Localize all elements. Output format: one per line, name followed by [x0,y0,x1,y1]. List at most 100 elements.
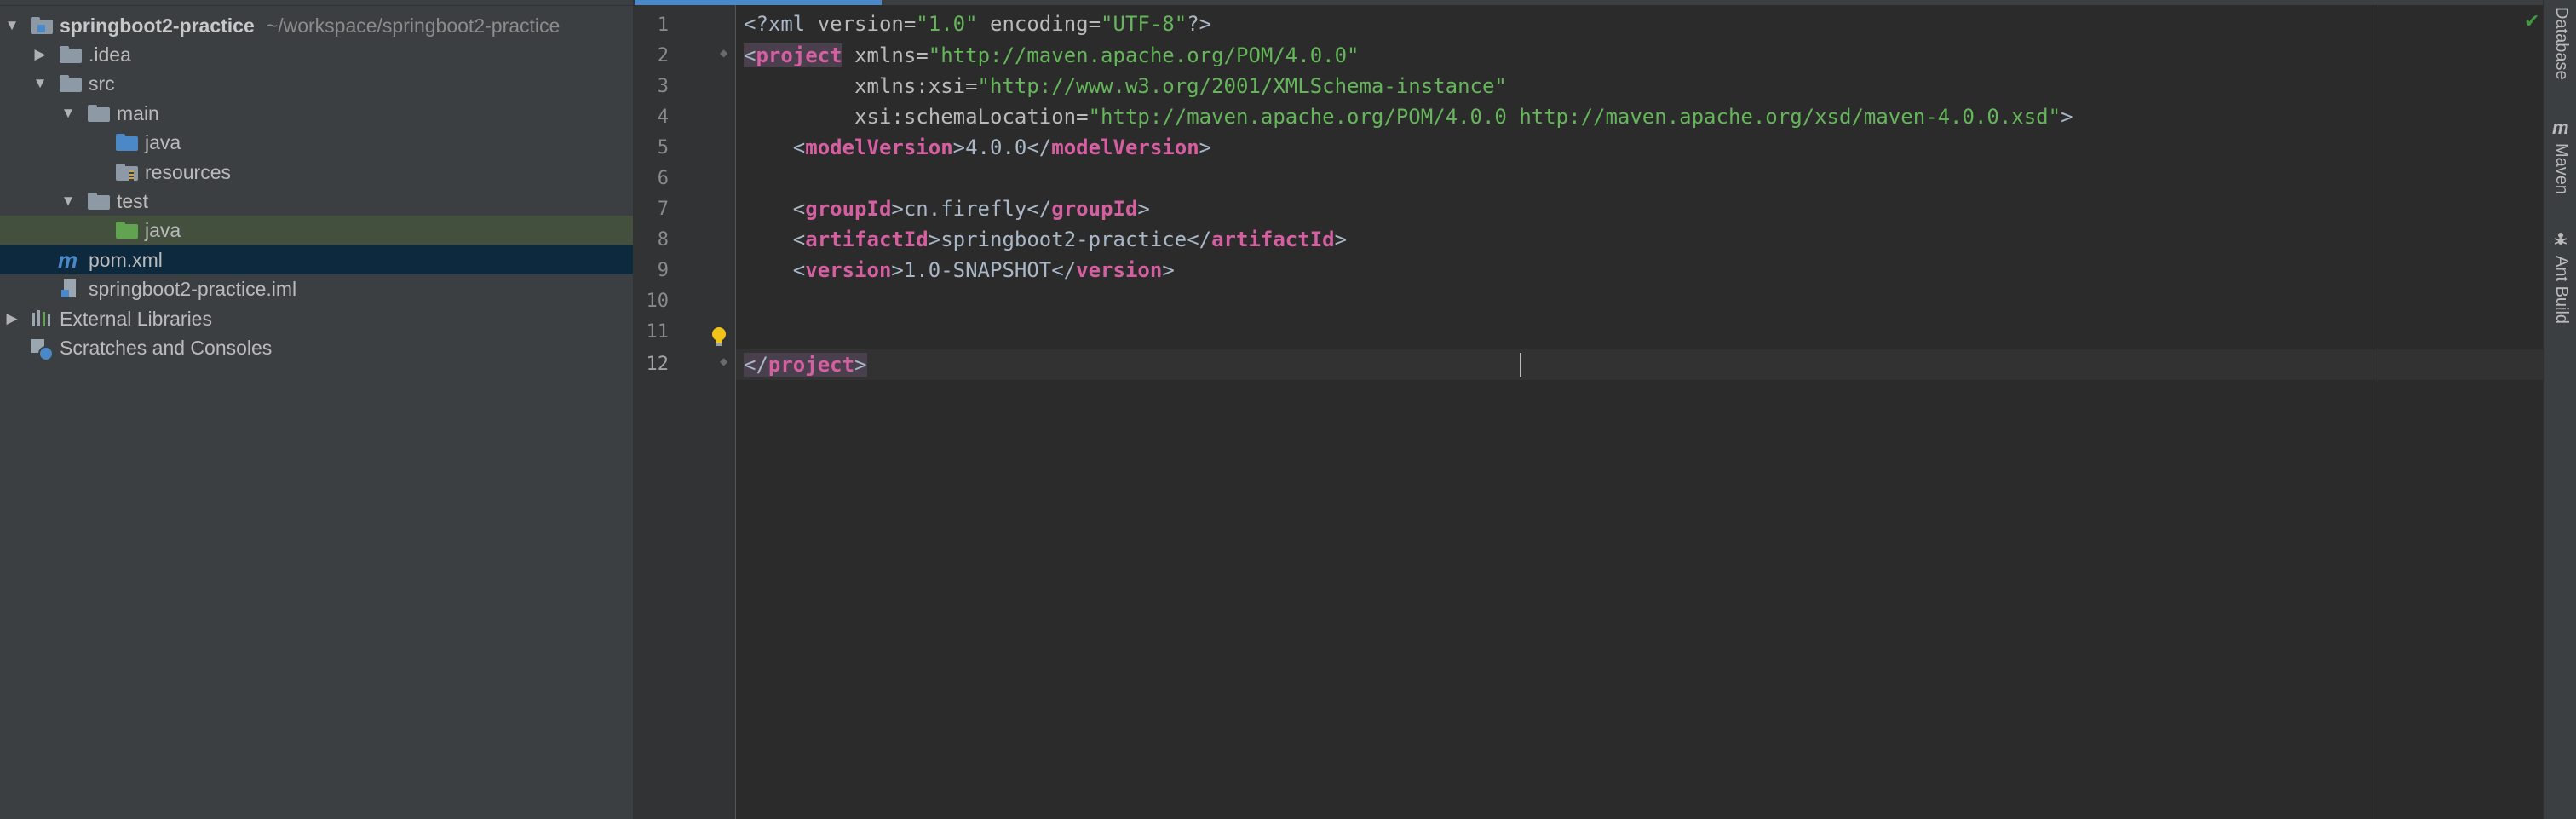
tag-value: 4.0.0 [965,136,1027,159]
tree-row-root[interactable]: ▼ springboot2-practice ~/workspace/spring… [0,11,633,40]
source-folder-icon [116,134,138,151]
code-editor[interactable]: 1 2 3 4 5 6 7 8 9 10 11 12 ◆ ◆ <?xml ver… [635,0,2543,819]
inspection-ok-icon[interactable]: ✔ [2524,10,2539,32]
tag-name: modelVersion [805,136,953,159]
tree-row-src[interactable]: ▼ src [0,69,633,98]
attr-name: encoding= [977,12,1101,36]
project-path: ~/workspace/springboot2-practice [266,14,561,37]
tag-name: version [805,258,892,282]
tree-label-resources: resources [145,161,231,183]
tree-row-main[interactable]: ▼ main [0,99,633,128]
tool-window-label: Ant Build [2552,256,2571,325]
tree-row-idea[interactable]: ▶ .idea [0,40,633,69]
tree-row-test-java[interactable]: java [0,216,633,245]
tag-value: cn.firefly [903,197,1027,221]
tag-name: artifactId [1211,228,1335,251]
line-number: 7 [657,199,669,220]
tree-row-iml[interactable]: springboot2-practice.iml [0,274,633,303]
resources-folder-icon [116,164,138,181]
folder-icon [60,75,82,92]
tree-row-pom[interactable]: m pom.xml [0,245,633,274]
line-number: 3 [657,76,669,97]
ant-icon [2554,233,2567,245]
tag-name: groupId [1051,197,1138,221]
tag-name: groupId [805,197,892,221]
current-line-highlight [635,349,2543,380]
line-number: 11 [646,321,670,343]
collapse-arrow-icon[interactable]: ▶ [2,304,22,333]
attr-name: xmlns:xsi= [854,74,978,98]
code-line-5: <modelVersion>4.0.0</modelVersion> [792,136,1212,159]
expand-arrow-icon[interactable]: ▼ [30,69,50,98]
attr-value: "UTF-8" [1101,12,1187,36]
scratches-icon [31,339,54,361]
tool-window-label: Maven [2552,143,2571,195]
line-number: 2 [657,45,669,66]
line-number-current: 12 [646,354,670,375]
folder-icon [88,193,110,210]
tag-name: project [768,353,855,377]
module-folder-icon [31,17,53,34]
panel-top-edge [0,0,633,6]
line-number: 1 [657,14,669,36]
tree-label-idea: .idea [89,43,131,66]
maven-icon: m [2552,117,2569,138]
line-number: 8 [657,229,669,251]
attr-value: "http://maven.apache.org/POM/4.0.0" [928,43,1360,67]
editor-top-edge [882,0,2543,5]
attr-value: "http://www.w3.org/2001/XMLSchema-instan… [977,74,1507,98]
xml-decl-open: <?xml [744,12,818,36]
line-number: 6 [657,168,669,189]
tag-name: version [1076,258,1163,282]
tree-row-scratches[interactable]: Scratches and Consoles [0,333,633,362]
code-line-12: </project> [744,349,867,380]
tree-row-main-java[interactable]: java [0,128,633,157]
line-number: 10 [646,291,670,312]
matched-tag: <project [744,43,842,67]
tree-label-src: src [89,72,115,95]
fold-close-icon[interactable]: ◆ [720,356,730,366]
fold-open-icon[interactable]: ◆ [720,48,730,58]
code-line-7: <groupId>cn.firefly</groupId> [792,197,1150,221]
iml-file-icon [61,279,77,299]
tool-window-label: Database [2552,7,2571,80]
attr-name: xsi:schemaLocation= [854,105,1089,129]
tree-row-external-libraries[interactable]: ▶ External Libraries [0,304,633,333]
line-number-gutter[interactable]: 1 2 3 4 5 6 7 8 9 10 11 12 [635,5,736,819]
tag-name: modelVersion [1051,136,1199,159]
code-line-2: <project xmlns="http://maven.apache.org/… [744,40,1360,71]
line-number: 4 [657,107,669,128]
collapse-arrow-icon[interactable]: ▶ [30,40,50,69]
code-line-8: <artifactId>springboot2-practice</artifa… [792,228,1348,251]
code-line-4: xsi:schemaLocation="http://maven.apache.… [854,105,2073,129]
maven-file-icon: m [58,247,78,273]
tag-value: 1.0-SNAPSHOT [903,258,1052,282]
tree-label-root: springboot2-practice ~/workspace/springbo… [60,11,560,40]
attr-value: "1.0" [916,12,978,36]
tree-label-main: main [117,102,159,124]
library-icon [31,310,53,327]
folder-icon [60,46,82,63]
expand-arrow-icon[interactable]: ▼ [58,187,78,216]
xml-decl-close: ?> [1187,12,1212,36]
code-line-9: <version>1.0-SNAPSHOT</version> [792,258,1175,282]
tool-window-database[interactable]: Database [2544,7,2576,92]
expand-arrow-icon[interactable]: ▼ [58,99,78,128]
project-name: springboot2-practice [60,14,255,37]
attr-name: xmlns= [854,43,929,67]
tree-label-test-java: java [145,219,181,241]
tag-value: springboot2-practice [940,228,1187,251]
test-source-folder-icon [116,222,138,239]
tool-window-ant-build[interactable]: Ant Build [2544,232,2576,351]
line-number: 5 [657,137,669,159]
lightbulb-icon[interactable] [710,326,728,347]
expand-arrow-icon[interactable]: ▼ [2,11,22,40]
tree-label-test: test [117,190,149,212]
folder-icon [88,105,110,122]
tree-row-test[interactable]: ▼ test [0,187,633,216]
tree-label-scratches: Scratches and Consoles [60,337,273,359]
tool-window-maven[interactable]: m Maven [2544,117,2576,222]
tree-label-main-java: java [145,131,181,153]
tree-label-iml: springboot2-practice.iml [89,278,297,300]
tree-row-resources[interactable]: resources [0,158,633,187]
